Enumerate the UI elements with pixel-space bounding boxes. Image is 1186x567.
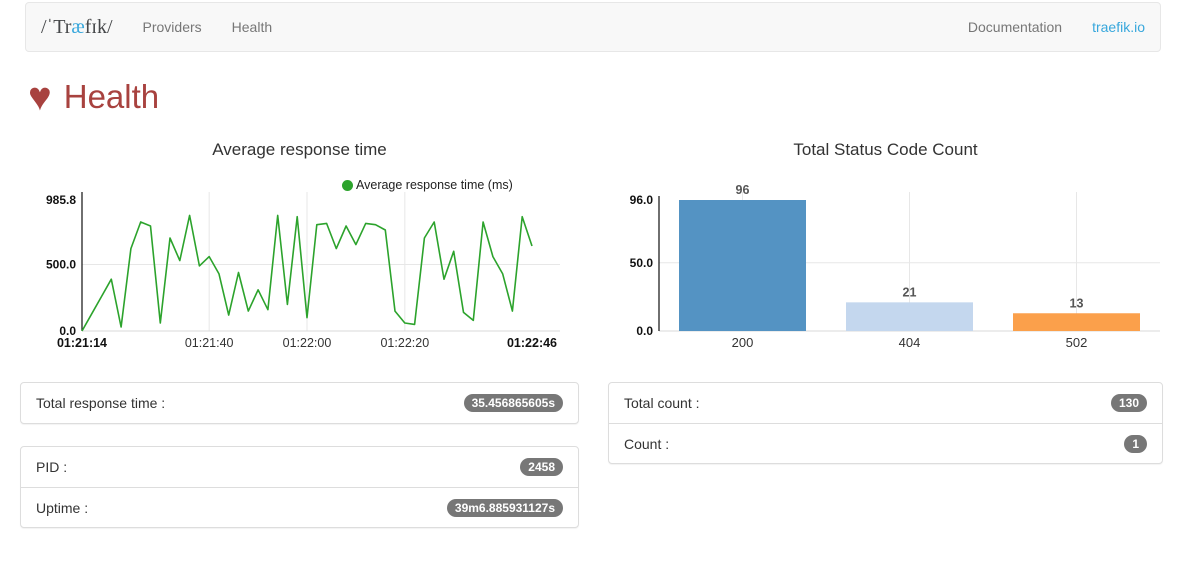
total-status-code-chart: 96 200 21 404 13 502 0.0 50.0 96.0 [608, 162, 1163, 362]
count-label: Count : [624, 436, 669, 452]
svg-text:0.0: 0.0 [636, 324, 653, 338]
svg-text:01:22:46: 01:22:46 [507, 336, 557, 350]
svg-text:01:22:00: 01:22:00 [283, 336, 332, 350]
panel-row-total-count: Total count : 130 [609, 383, 1162, 423]
svg-text:13: 13 [1070, 296, 1084, 310]
main-content: Average response time Average response t… [20, 134, 1163, 550]
svg-text:96: 96 [736, 183, 750, 197]
page-heading: ♥ Health [28, 72, 1186, 122]
svg-text:01:22:20: 01:22:20 [380, 336, 429, 350]
total-response-time-badge: 35.456865605s [464, 394, 563, 412]
logo-pre: /ˈTr [41, 16, 71, 39]
logo-accent: æ [71, 16, 84, 39]
uptime-label: Uptime : [36, 500, 88, 516]
panel-row-uptime: Uptime : 39m6.885931127s [21, 487, 578, 527]
svg-text:21: 21 [903, 285, 917, 299]
response-time-column: Average response time Average response t… [20, 134, 579, 550]
uptime-badge: 39m6.885931127s [447, 499, 563, 517]
total-count-label: Total count : [624, 395, 700, 411]
svg-text:01:21:40: 01:21:40 [185, 336, 234, 350]
nav-right: Documentation traefik.io [953, 3, 1160, 51]
pid-label: PID : [36, 459, 67, 475]
nav-item-health[interactable]: Health [217, 3, 287, 51]
nav-left: Providers Health [128, 3, 288, 51]
bar-chart-title: Total Status Code Count [608, 138, 1163, 162]
panel-row-pid: PID : 2458 [21, 447, 578, 487]
status-code-column: Total Status Code Count 96 200 21 404 13 502 0… [608, 134, 1163, 550]
line-chart-title: Average response time [20, 138, 579, 162]
panel-row-total-response-time: Total response time : 35.456865605s [21, 383, 578, 423]
bar-chart-area: 96 200 21 404 13 502 0.0 50.0 96.0 [608, 162, 1163, 362]
average-response-time-chart: 0.0500.0985.801:21:1401:21:4001:22:0001:… [20, 162, 579, 362]
svg-text:50.0: 50.0 [630, 256, 654, 270]
total-count-badge: 130 [1111, 394, 1147, 412]
right-panels: Total count : 130 Count : 1 [608, 382, 1163, 464]
svg-text:404: 404 [899, 335, 921, 350]
nav-item-providers[interactable]: Providers [128, 3, 217, 51]
svg-text:96.0: 96.0 [630, 193, 654, 207]
left-panels: Total response time : 35.456865605s PID … [20, 382, 579, 528]
svg-text:985.8: 985.8 [46, 193, 76, 207]
process-panel: PID : 2458 Uptime : 39m6.885931127s [20, 446, 579, 528]
page-title: Health [64, 78, 159, 116]
logo-post: fɪk/ [85, 16, 113, 39]
svg-text:01:21:14: 01:21:14 [57, 336, 107, 350]
pid-badge: 2458 [520, 458, 563, 476]
count-badge: 1 [1124, 435, 1147, 453]
nav-item-documentation[interactable]: Documentation [953, 3, 1077, 51]
nav-item-traefik-io[interactable]: traefik.io [1077, 3, 1160, 51]
navbar: /ˈTræfɪk/ Providers Health Documentation… [25, 2, 1161, 52]
line-chart-area: Average response time (ms) 0.0500.0985.8… [20, 162, 579, 362]
total-response-time-label: Total response time : [36, 395, 165, 411]
panel-row-count: Count : 1 [609, 423, 1162, 463]
svg-text:200: 200 [732, 335, 754, 350]
heart-icon: ♥ [28, 77, 52, 117]
traefik-logo[interactable]: /ˈTræfɪk/ [26, 3, 128, 51]
svg-text:500.0: 500.0 [46, 258, 76, 272]
svg-text:502: 502 [1066, 335, 1088, 350]
counts-panel: Total count : 130 Count : 1 [608, 382, 1163, 464]
total-response-time-panel: Total response time : 35.456865605s [20, 382, 579, 424]
